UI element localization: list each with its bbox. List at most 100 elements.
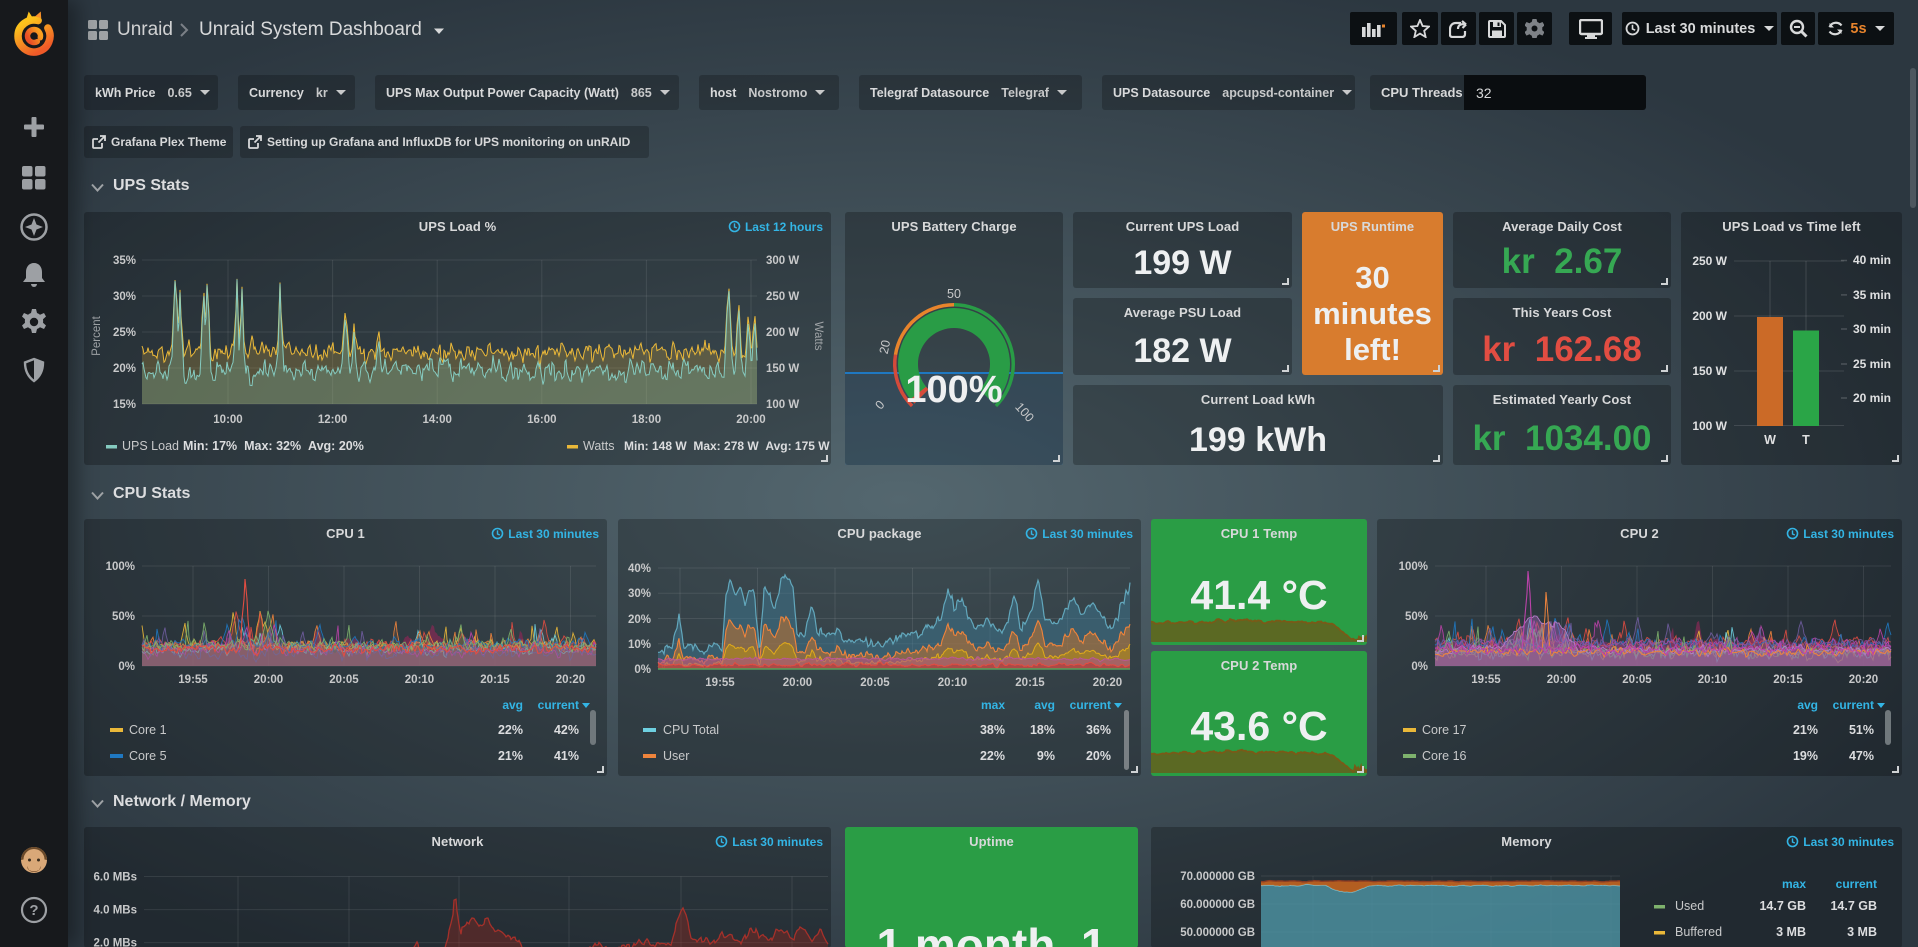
svg-text:Core 17: Core 17 xyxy=(1422,723,1467,737)
svg-text:30%: 30% xyxy=(113,291,136,303)
svg-text:3 MB: 3 MB xyxy=(1847,925,1877,939)
svg-text:300 W: 300 W xyxy=(766,255,799,267)
svg-text:150 W: 150 W xyxy=(766,363,799,375)
svg-text:100%: 100% xyxy=(1399,561,1428,573)
svg-text:Watts: Watts xyxy=(583,439,614,453)
svg-text:Watts: Watts xyxy=(812,322,824,351)
svg-text:50: 50 xyxy=(947,287,961,301)
svg-text:Buffered: Buffered xyxy=(1675,925,1722,939)
svg-text:current: current xyxy=(1070,698,1111,712)
svg-text:20:20: 20:20 xyxy=(556,674,585,686)
svg-text:15%: 15% xyxy=(113,399,136,411)
svg-text:avg: avg xyxy=(1034,698,1055,712)
svg-text:36%: 36% xyxy=(1086,723,1111,737)
svg-text:100 W: 100 W xyxy=(766,399,799,411)
svg-text:42%: 42% xyxy=(554,723,579,737)
svg-text:Core 1: Core 1 xyxy=(129,723,167,737)
svg-text:10%: 10% xyxy=(628,639,651,651)
svg-text:25%: 25% xyxy=(113,327,136,339)
svg-text:6.0 MBs: 6.0 MBs xyxy=(94,872,137,884)
svg-text:?: ? xyxy=(29,902,38,919)
svg-text:100%: 100% xyxy=(106,561,135,573)
svg-text:Percent: Percent xyxy=(91,315,103,355)
svg-text:19:55: 19:55 xyxy=(705,677,735,689)
svg-text:20:05: 20:05 xyxy=(1622,674,1652,686)
svg-text:Min: 17% Max: 32% Avg: 20%: Min: 17% Max: 32% Avg: 20% xyxy=(183,439,364,453)
svg-text:14.7 GB: 14.7 GB xyxy=(1759,899,1806,913)
svg-text:38%: 38% xyxy=(980,723,1005,737)
svg-text:User: User xyxy=(663,749,689,763)
svg-text:21%: 21% xyxy=(1793,723,1818,737)
svg-text:19:55: 19:55 xyxy=(178,674,208,686)
svg-text:35 min: 35 min xyxy=(1853,288,1891,302)
svg-text:20:15: 20:15 xyxy=(1773,674,1803,686)
svg-text:47%: 47% xyxy=(1849,749,1874,763)
svg-text:40 min: 40 min xyxy=(1853,253,1891,267)
svg-text:20:05: 20:05 xyxy=(329,674,359,686)
svg-text:20 min: 20 min xyxy=(1853,391,1891,405)
svg-text:20:20: 20:20 xyxy=(1093,677,1122,689)
svg-text:0%: 0% xyxy=(634,664,651,676)
svg-text:20:15: 20:15 xyxy=(1015,677,1045,689)
svg-text:20%: 20% xyxy=(628,614,651,626)
svg-text:current: current xyxy=(538,698,579,712)
svg-text:CPU Total: CPU Total xyxy=(663,723,719,737)
svg-text:20:00: 20:00 xyxy=(736,414,765,426)
svg-text:20:00: 20:00 xyxy=(783,677,812,689)
svg-text:14:00: 14:00 xyxy=(422,414,451,426)
svg-text:W: W xyxy=(1764,433,1776,447)
svg-text:50.000000 GB: 50.000000 GB xyxy=(1180,927,1255,939)
svg-text:Min: 148 W Max: 278 W Avg: 1: Min: 148 W Max: 278 W Avg: 175 W xyxy=(624,439,830,453)
svg-text:Core 5: Core 5 xyxy=(129,749,167,763)
svg-text:35%: 35% xyxy=(113,255,136,267)
svg-text:20:15: 20:15 xyxy=(480,674,510,686)
svg-text:60.000000 GB: 60.000000 GB xyxy=(1180,899,1255,911)
svg-text:19%: 19% xyxy=(1793,749,1818,763)
svg-text:20%: 20% xyxy=(113,363,136,375)
svg-text:12:00: 12:00 xyxy=(318,414,347,426)
svg-text:50%: 50% xyxy=(1405,611,1428,623)
svg-text:200 W: 200 W xyxy=(766,327,799,339)
svg-text:20:20: 20:20 xyxy=(1849,674,1878,686)
svg-text:9%: 9% xyxy=(1037,749,1055,763)
svg-text:20:00: 20:00 xyxy=(254,674,283,686)
svg-text:51%: 51% xyxy=(1849,723,1874,737)
svg-text:current: current xyxy=(1836,877,1877,891)
svg-text:19:55: 19:55 xyxy=(1471,674,1501,686)
svg-text:50%: 50% xyxy=(112,611,135,623)
svg-text:current: current xyxy=(1833,698,1874,712)
svg-text:41%: 41% xyxy=(554,749,579,763)
svg-text:250 W: 250 W xyxy=(766,291,799,303)
svg-text:avg: avg xyxy=(1797,698,1818,712)
svg-text:20:05: 20:05 xyxy=(860,677,890,689)
svg-text:20: 20 xyxy=(877,339,894,356)
svg-text:2.0 MBs: 2.0 MBs xyxy=(94,938,137,947)
svg-text:20:00: 20:00 xyxy=(1547,674,1576,686)
svg-text:25 min: 25 min xyxy=(1853,357,1891,371)
svg-text:4.0 MBs: 4.0 MBs xyxy=(94,905,137,917)
svg-text:avg: avg xyxy=(502,698,523,712)
svg-text:20:10: 20:10 xyxy=(1698,674,1727,686)
svg-text:20:10: 20:10 xyxy=(938,677,967,689)
svg-text:40%: 40% xyxy=(628,563,651,575)
svg-text:100%: 100% xyxy=(905,369,1002,411)
svg-text:18:00: 18:00 xyxy=(632,414,661,426)
svg-text:70.000000 GB: 70.000000 GB xyxy=(1180,871,1255,883)
svg-text:Core 16: Core 16 xyxy=(1422,749,1467,763)
svg-text:0%: 0% xyxy=(1411,661,1428,673)
svg-text:30 min: 30 min xyxy=(1853,322,1891,336)
svg-text:max: max xyxy=(981,698,1005,712)
svg-text:18%: 18% xyxy=(1030,723,1055,737)
svg-text:150 W: 150 W xyxy=(1692,364,1727,378)
svg-text:22%: 22% xyxy=(980,749,1005,763)
svg-text:21%: 21% xyxy=(498,749,523,763)
svg-text:T: T xyxy=(1802,433,1810,447)
svg-text:250 W: 250 W xyxy=(1692,254,1727,268)
svg-text:30%: 30% xyxy=(628,588,651,600)
svg-text:16:00: 16:00 xyxy=(527,414,556,426)
svg-text:max: max xyxy=(1782,877,1806,891)
svg-text:0%: 0% xyxy=(118,661,135,673)
svg-text:UPS Load: UPS Load xyxy=(122,439,179,453)
svg-text:200 W: 200 W xyxy=(1692,309,1727,323)
svg-text:3 MB: 3 MB xyxy=(1776,925,1806,939)
